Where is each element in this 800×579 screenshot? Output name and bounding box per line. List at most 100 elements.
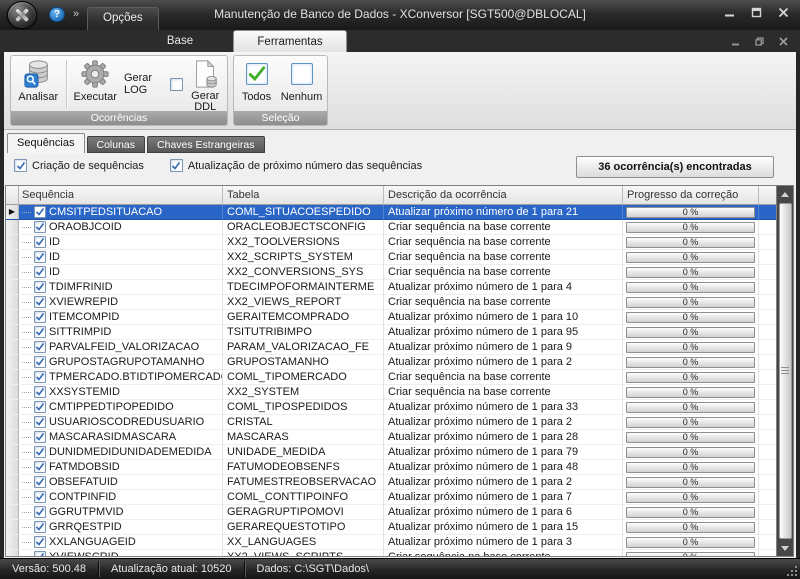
table-row[interactable]: PARVALFEID_VALORIZACAOPARAM_VALORIZACAO_… (6, 340, 776, 355)
table-row[interactable]: GGRUTPMVIDGERAGRUPTIPOMOVIAtualizar próx… (6, 505, 776, 520)
tab-colunas[interactable]: Colunas (87, 136, 146, 153)
criacao-sequencias-checkbox[interactable] (14, 159, 27, 172)
row-checkbox[interactable] (34, 401, 46, 413)
table-row[interactable]: XVIEWREPIDXX2_VIEWS_REPORTCriar sequênci… (6, 295, 776, 310)
tree-line-icon (22, 242, 31, 243)
row-checkbox[interactable] (34, 536, 46, 548)
table-row[interactable]: ITEMCOMPIDGERAITEMCOMPRADOAtualizar próx… (6, 310, 776, 325)
table-row[interactable]: MASCARASIDMASCARAMASCARASAtualizar próxi… (6, 430, 776, 445)
row-checkbox[interactable] (34, 521, 46, 533)
row-filler (759, 460, 776, 475)
column-header-descricao[interactable]: Descrição da ocorrência (384, 186, 623, 205)
vertical-scrollbar[interactable] (776, 186, 793, 556)
table-row[interactable]: FATMDOBSIDFATUMODEOBSENFSAtualizar próxi… (6, 460, 776, 475)
table-row[interactable]: XXSYSTEMIDXX2_SYSTEMCriar sequência na b… (6, 385, 776, 400)
ribbon-tab-ferramentas[interactable]: Ferramentas (233, 30, 347, 52)
row-checkbox[interactable] (34, 236, 46, 248)
column-header-progresso[interactable]: Progresso da correção (623, 186, 759, 205)
mdi-window-controls (728, 30, 790, 52)
sequence-name: DUNIDMEDIDUNIDADEMEDIDA (49, 445, 212, 459)
minimize-icon[interactable] (720, 3, 738, 21)
row-checkbox[interactable] (34, 431, 46, 443)
row-checkbox[interactable] (34, 356, 46, 368)
mdi-minimize-icon[interactable] (728, 34, 742, 48)
progress-cell: 0 % (623, 385, 759, 400)
analisar-button[interactable]: Analisar (11, 56, 66, 112)
scrollbar-thumb[interactable] (779, 203, 792, 539)
table-row[interactable]: CONTPINFIDCOML_CONTTIPOINFOAtualizar pró… (6, 490, 776, 505)
mdi-restore-icon[interactable] (752, 34, 766, 48)
row-checkbox[interactable] (34, 371, 46, 383)
table-row[interactable]: TPMERCADO.BTIDTIPOMERCADOCOML_TIPOMERCAD… (6, 370, 776, 385)
gerar-ddl-button[interactable]: Gerar DDL (183, 56, 227, 112)
table-row[interactable]: SITTRIMPIDTSITUTRIBIMPOAtualizar próximo… (6, 325, 776, 340)
row-checkbox[interactable] (34, 491, 46, 503)
table-row[interactable]: DUNIDMEDIDUNIDADEMEDIDAUNIDADE_MEDIDAAtu… (6, 445, 776, 460)
table-row[interactable]: IDXX2_SCRIPTS_SYSTEMCriar sequência na b… (6, 250, 776, 265)
table-row[interactable]: IDXX2_TOOLVERSIONSCriar sequência na bas… (6, 235, 776, 250)
column-header-sequencia[interactable]: Sequência (19, 186, 223, 205)
tab-chaves-estrangeiras[interactable]: Chaves Estrangeiras (147, 136, 264, 153)
mdi-close-icon[interactable] (776, 34, 790, 48)
tree-line-icon (22, 332, 31, 333)
gerar-log-checkbox[interactable] (170, 78, 183, 91)
row-checkbox[interactable] (34, 446, 46, 458)
table-row[interactable]: XXLANGUAGEIDXX_LANGUAGESAtualizar próxim… (6, 535, 776, 550)
row-checkbox[interactable] (34, 416, 46, 428)
table-row[interactable]: OBSEFATUIDFATUMESTREOBSERVACAOAtualizar … (6, 475, 776, 490)
row-checkbox[interactable] (34, 506, 46, 518)
toolbar-overflow-icon[interactable]: » (73, 8, 79, 20)
maximize-icon[interactable] (747, 3, 765, 21)
app-menu-button[interactable] (7, 1, 37, 29)
row-indicator-cell (6, 220, 19, 235)
tree-line-icon (22, 542, 31, 543)
row-checkbox[interactable] (34, 386, 46, 398)
scroll-down-icon[interactable] (777, 540, 794, 556)
progress-bar: 0 % (626, 432, 755, 443)
gerar-log-option[interactable]: Gerar LOG (124, 56, 183, 112)
row-checkbox[interactable] (34, 221, 46, 233)
scroll-up-icon[interactable] (777, 186, 794, 202)
table-row[interactable]: TDIMFRINIDTDECIMPOFORMAINTERMEAtualizar … (6, 280, 776, 295)
row-checkbox[interactable] (34, 296, 46, 308)
table-row[interactable]: ORAOBJCOIDORACLEOBJECTSCONFIGCriar sequê… (6, 220, 776, 235)
row-checkbox[interactable] (34, 476, 46, 488)
table-name-cell: COML_TIPOMERCADO (223, 370, 384, 385)
row-checkbox[interactable] (34, 266, 46, 278)
occurrences-found-button[interactable]: 36 ocorrência(s) encontradas (576, 156, 774, 178)
table-row[interactable]: ▶CMSITPEDSITUACAOCOML_SITUACOESPEDIDOAtu… (6, 205, 776, 220)
row-checkbox[interactable] (34, 311, 46, 323)
sequence-cell: SITTRIMPID (19, 325, 223, 340)
row-indicator-cell (6, 310, 19, 325)
window-controls (720, 0, 792, 24)
description-cell: Criar sequência na base corrente (384, 220, 623, 235)
ribbon-tab-base[interactable]: Base (132, 30, 228, 52)
todos-button[interactable]: Todos (234, 56, 279, 112)
row-checkbox[interactable] (34, 251, 46, 263)
help-icon[interactable]: ? (49, 7, 65, 22)
table-row[interactable]: GRRQESTPIDGERAREQUESTOTIPOAtualizar próx… (6, 520, 776, 535)
executar-button[interactable]: Executar (66, 56, 123, 112)
resize-grip[interactable] (785, 564, 797, 576)
table-row[interactable]: XVIEWSCRIDXX2_VIEWS_SCRIPTSCriar sequênc… (6, 550, 776, 556)
table-row[interactable]: IDXX2_CONVERSIONS_SYSCriar sequência na … (6, 265, 776, 280)
row-checkbox[interactable] (34, 551, 46, 556)
row-checkbox[interactable] (34, 341, 46, 353)
row-checkbox[interactable] (34, 461, 46, 473)
table-row[interactable]: USUARIOSCODREDUSUARIOCRISTALAtualizar pr… (6, 415, 776, 430)
close-icon[interactable] (774, 3, 792, 21)
row-checkbox[interactable] (34, 206, 46, 218)
options-menu[interactable]: Opções (87, 7, 159, 30)
criacao-sequencias-option[interactable]: Criação de sequências (14, 159, 144, 172)
progress-cell: 0 % (623, 355, 759, 370)
row-checkbox[interactable] (34, 326, 46, 338)
tab-sequencias[interactable]: Sequências (7, 133, 85, 153)
table-row[interactable]: CMTIPPEDTIPOPEDIDOCOML_TIPOSPEDIDOSAtual… (6, 400, 776, 415)
atualizacao-numero-option[interactable]: Atualização de próximo número das sequên… (170, 159, 422, 172)
column-header-tabela[interactable]: Tabela (223, 186, 384, 205)
atualizacao-numero-checkbox[interactable] (170, 159, 183, 172)
nenhum-button[interactable]: Nenhum (279, 56, 324, 112)
row-checkbox[interactable] (34, 281, 46, 293)
table-row[interactable]: GRUPOSTAGRUPOTAMANHOGRUPOSTAMANHOAtualiz… (6, 355, 776, 370)
tree-line-icon (22, 362, 31, 363)
